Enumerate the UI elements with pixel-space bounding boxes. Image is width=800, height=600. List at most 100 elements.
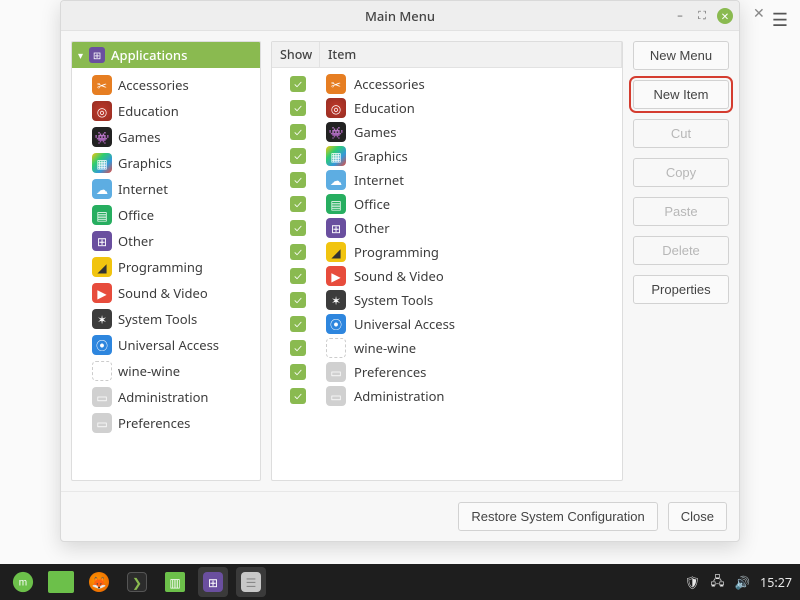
graphics-icon: ▦ <box>326 146 346 166</box>
clock[interactable]: 15:27 <box>760 574 792 591</box>
files-icon[interactable]: ▥ <box>160 567 190 597</box>
chevron-down-icon: ▾ <box>78 48 83 62</box>
show-checkbox[interactable]: ✓ <box>290 172 306 188</box>
minimize-icon[interactable]: – <box>673 9 687 23</box>
tree-item-soundvideo[interactable]: ▶Sound & Video <box>88 280 260 306</box>
tree-item-prefs[interactable]: ▭ Preferences <box>88 410 260 436</box>
new-menu-button[interactable]: New Menu <box>633 41 729 70</box>
copy-button[interactable]: Copy <box>633 158 729 187</box>
tree-item-office[interactable]: ▤ Office <box>88 202 260 228</box>
close-icon[interactable]: ✕ <box>717 8 733 24</box>
show-checkbox[interactable]: ✓ <box>290 76 306 92</box>
tree-item-label: Graphics <box>118 154 172 172</box>
list-row[interactable]: ✓ ☁ Internet <box>272 168 622 192</box>
soundvideo-icon: ▶ <box>92 283 112 303</box>
tree-item-label: Office <box>118 206 154 224</box>
show-checkbox[interactable]: ✓ <box>290 364 306 380</box>
list-row[interactable]: ✓ 👾 Games <box>272 120 622 144</box>
shield-icon[interactable]: 🛡 <box>685 574 701 591</box>
show-checkbox[interactable]: ✓ <box>290 388 306 404</box>
desktop-close-icon[interactable]: ✕ <box>750 4 768 22</box>
show-checkbox[interactable]: ✓ <box>290 244 306 260</box>
properties-button[interactable]: Properties <box>633 275 729 304</box>
show-checkbox[interactable]: ✓ <box>290 100 306 116</box>
wine-icon <box>92 361 112 381</box>
internet-icon: ☁ <box>92 179 112 199</box>
prefs-icon: ▭ <box>92 413 112 433</box>
internet-icon: ☁ <box>326 170 346 190</box>
list-row[interactable]: ✓▤Office <box>272 192 622 216</box>
show-checkbox[interactable]: ✓ <box>290 340 306 356</box>
list-row[interactable]: ✓wine-wine <box>272 336 622 360</box>
tree-item-games[interactable]: 👾Games <box>88 124 260 150</box>
admin-icon: ▭ <box>92 387 112 407</box>
volume-icon[interactable]: 🔊 <box>734 574 750 591</box>
hamburger-icon[interactable]: ☰ <box>768 4 792 36</box>
list-item-label: Graphics <box>354 147 408 165</box>
show-checkbox[interactable]: ✓ <box>290 292 306 308</box>
task-mainmenu-icon[interactable]: ☰ <box>236 567 266 597</box>
maximize-icon[interactable]: ⛶ <box>695 9 709 23</box>
terminal-icon[interactable]: ❯ <box>122 567 152 597</box>
restore-button[interactable]: Restore System Configuration <box>458 502 657 531</box>
show-checkbox[interactable]: ✓ <box>290 268 306 284</box>
cut-button[interactable]: Cut <box>633 119 729 148</box>
list-row[interactable]: ✓▭Administration <box>272 384 622 408</box>
tree-item-programming[interactable]: ◢Programming <box>88 254 260 280</box>
tree-item-internet[interactable]: ☁Internet <box>88 176 260 202</box>
tree-item-wine[interactable]: wine-wine <box>88 358 260 384</box>
office-icon: ▤ <box>92 205 112 225</box>
prefs-icon: ▭ <box>326 362 346 382</box>
list-row[interactable]: ✓▭Preferences <box>272 360 622 384</box>
tree-root-applications[interactable]: ▾ ⊞ Applications <box>72 42 260 68</box>
tree-item-education[interactable]: ◎Education <box>88 98 260 124</box>
list-row[interactable]: ✓ ▦ Graphics <box>272 144 622 168</box>
soundvideo-icon: ▶ <box>326 266 346 286</box>
tree-item-label: Other <box>118 232 154 250</box>
list-row[interactable]: ✓⊞Other <box>272 216 622 240</box>
column-header-show[interactable]: Show <box>272 42 320 67</box>
show-checkbox[interactable]: ✓ <box>290 124 306 140</box>
firefox-icon[interactable]: 🦊 <box>84 567 114 597</box>
tree-item-systemtools[interactable]: ✶System Tools <box>88 306 260 332</box>
category-tree[interactable]: ▾ ⊞ Applications ✂Accessories◎Education👾… <box>71 41 261 481</box>
new-item-button[interactable]: New Item <box>633 80 729 109</box>
tree-item-other[interactable]: ⊞Other <box>88 228 260 254</box>
list-row[interactable]: ✓✂Accessories <box>272 72 622 96</box>
tree-root-label: Applications <box>111 46 187 64</box>
list-row[interactable]: ✓◢Programming <box>272 240 622 264</box>
systemtools-icon: ✶ <box>326 290 346 310</box>
list-row[interactable]: ✓✶System Tools <box>272 288 622 312</box>
tree-item-admin[interactable]: ▭Administration <box>88 384 260 410</box>
show-checkbox[interactable]: ✓ <box>290 316 306 332</box>
list-row[interactable]: ✓▶Sound & Video <box>272 264 622 288</box>
close-button[interactable]: Close <box>668 502 727 531</box>
paste-button[interactable]: Paste <box>633 197 729 226</box>
universal-icon: ⦿ <box>92 335 112 355</box>
show-checkbox[interactable]: ✓ <box>290 148 306 164</box>
mint-menu-icon[interactable]: m <box>8 567 38 597</box>
graphics-icon: ▦ <box>92 153 112 173</box>
games-icon: 👾 <box>326 122 346 142</box>
list-item-label: Games <box>354 123 396 141</box>
tree-item-universal[interactable]: ⦿Universal Access <box>88 332 260 358</box>
taskbar[interactable]: m 🦊 ❯ ▥ ⊞ ☰ 🛡 🖧 🔊 15:27 <box>0 564 800 600</box>
tree-item-label: Games <box>118 128 160 146</box>
show-checkbox[interactable]: ✓ <box>290 220 306 236</box>
task-apps-icon[interactable]: ⊞ <box>198 567 228 597</box>
list-row[interactable]: ✓◎Education <box>272 96 622 120</box>
delete-button[interactable]: Delete <box>633 236 729 265</box>
systemtools-icon: ✶ <box>92 309 112 329</box>
column-header-item[interactable]: Item <box>320 42 622 67</box>
show-checkbox[interactable]: ✓ <box>290 196 306 212</box>
show-desktop-icon[interactable] <box>46 567 76 597</box>
tree-item-graphics[interactable]: ▦ Graphics <box>88 150 260 176</box>
tree-item-accessories[interactable]: ✂Accessories <box>88 72 260 98</box>
list-item-label: Office <box>354 195 390 213</box>
titlebar[interactable]: Main Menu – ⛶ ✕ <box>61 1 739 31</box>
tree-item-label: Preferences <box>118 414 190 432</box>
list-item-label: Internet <box>354 171 404 189</box>
network-icon[interactable]: 🖧 <box>711 572 725 593</box>
list-row[interactable]: ✓⦿Universal Access <box>272 312 622 336</box>
item-list-panel: Show Item ✓✂Accessories✓◎Education✓👾Game… <box>271 41 623 481</box>
